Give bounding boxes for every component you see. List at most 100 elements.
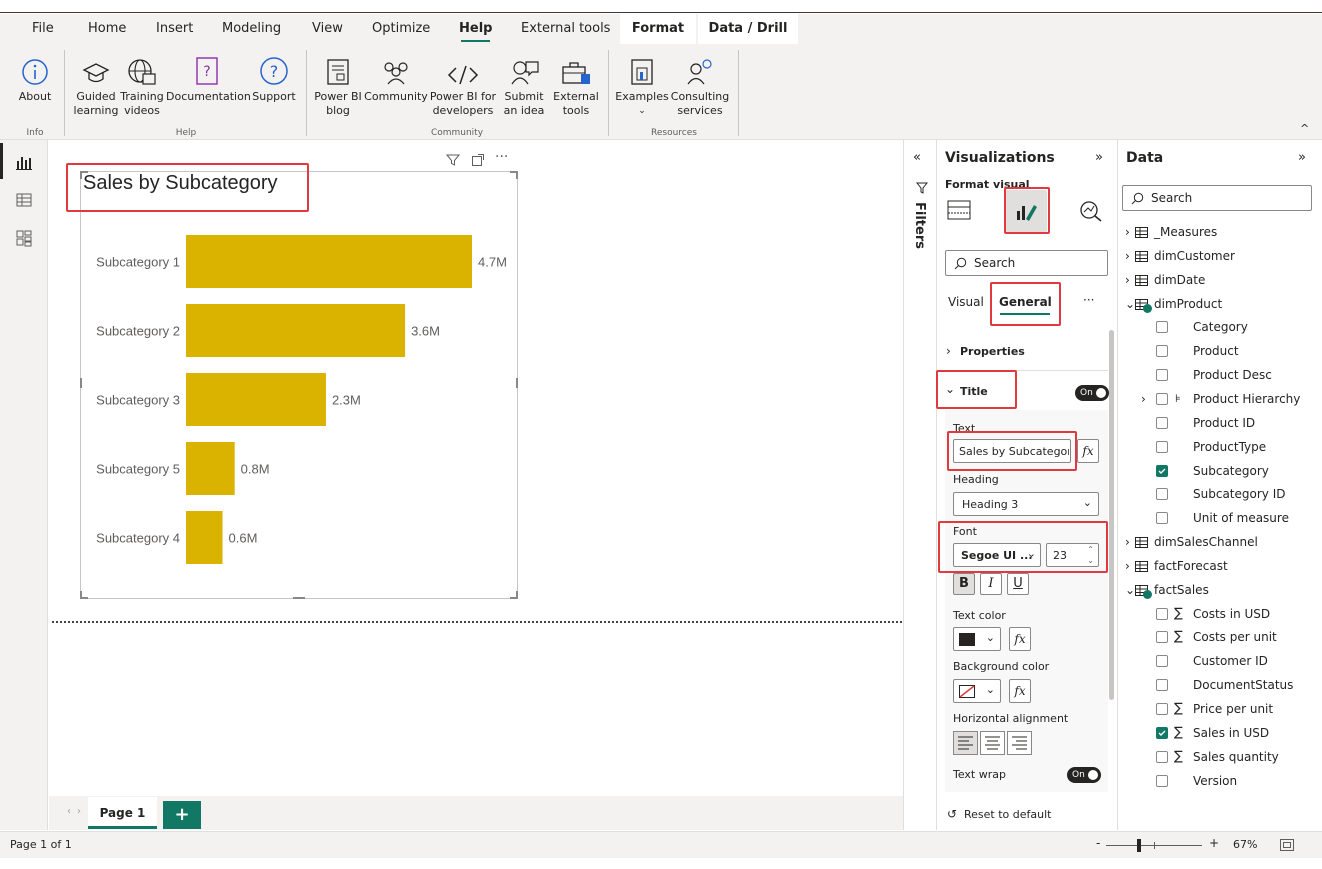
field-checkbox[interactable] [1156, 726, 1168, 739]
field-checkbox[interactable] [1156, 750, 1168, 763]
about-button[interactable]: About [12, 52, 58, 104]
tab-file[interactable]: File [22, 14, 64, 44]
tab-home[interactable]: Home [78, 14, 136, 44]
tab-modeling[interactable]: Modeling [212, 14, 291, 44]
documentation-button[interactable]: ? Documentation [166, 52, 251, 104]
chevron-down-icon[interactable]: ⌄ [1125, 292, 1135, 316]
zoom-out-button[interactable]: - [1096, 836, 1100, 850]
field-checkbox[interactable] [1156, 488, 1168, 501]
pbi-developers-button[interactable]: Power BI for developers [428, 52, 498, 118]
field-checkbox[interactable] [1156, 392, 1168, 405]
field-checkbox[interactable] [1156, 679, 1168, 692]
data-field-price-per-unit[interactable]: ∑ Price per unit [1118, 697, 1322, 721]
fit-to-page-icon[interactable] [1279, 838, 1295, 852]
submit-idea-button[interactable]: Submit an idea [496, 52, 552, 118]
bar[interactable] [186, 235, 472, 288]
chevron-right-icon[interactable]: › [1125, 554, 1130, 578]
data-table-factsales[interactable]: ⌄ factSales [1118, 578, 1322, 602]
data-field-producttype[interactable]: ProductType [1118, 435, 1322, 459]
consulting-button[interactable]: Consulting services [668, 52, 732, 118]
field-checkbox[interactable] [1156, 440, 1168, 453]
collapse-data-icon[interactable]: » [1298, 150, 1306, 165]
background-color-picker[interactable]: ⌄ [953, 679, 1001, 703]
heading-select[interactable]: Heading 3 ⌄ [953, 492, 1099, 516]
resize-handle[interactable] [516, 171, 518, 179]
text-color-fx-button[interactable]: fx [1009, 627, 1031, 651]
data-field-subcategory[interactable]: Subcategory [1118, 459, 1322, 483]
data-field-unit-of-measure[interactable]: Unit of measure [1118, 506, 1322, 530]
data-field-customer-id[interactable]: Customer ID [1118, 649, 1322, 673]
chevron-right-icon[interactable]: › [1141, 387, 1146, 411]
align-center-button[interactable] [980, 731, 1005, 755]
field-checkbox[interactable] [1156, 631, 1168, 644]
field-checkbox[interactable] [1156, 464, 1168, 477]
data-field-costs-in-usd[interactable]: ∑ Costs in USD [1118, 602, 1322, 626]
filters-pane-collapsed[interactable]: « Filters [903, 140, 937, 830]
bar[interactable] [186, 373, 326, 426]
next-page-icon[interactable]: › [77, 806, 81, 817]
resize-handle[interactable] [293, 597, 305, 599]
field-checkbox[interactable] [1156, 321, 1168, 334]
data-field-product-desc[interactable]: Product Desc [1118, 363, 1322, 387]
zoom-in-button[interactable]: + [1209, 836, 1219, 850]
resize-handle[interactable] [516, 378, 518, 388]
community-button[interactable]: Community [364, 52, 428, 104]
table-view-icon[interactable] [14, 190, 34, 210]
collapse-viz-icon[interactable]: » [1095, 150, 1103, 165]
data-field-sales-in-usd[interactable]: ∑ Sales in USD [1118, 721, 1322, 745]
pbi-blog-button[interactable]: Power BI blog [312, 52, 364, 118]
data-field-subcategory-id[interactable]: Subcategory ID [1118, 482, 1322, 506]
text-fx-button[interactable]: fx [1077, 439, 1099, 463]
field-checkbox[interactable] [1156, 703, 1168, 715]
external-tools-button[interactable]: External tools [552, 52, 600, 118]
reset-to-default-link[interactable]: Reset to default [964, 808, 1051, 821]
italic-button[interactable]: I [980, 573, 1002, 595]
tab-format[interactable]: Format [620, 14, 696, 44]
field-checkbox[interactable] [1156, 369, 1168, 382]
background-fx-button[interactable]: fx [1009, 679, 1031, 703]
zoom-slider-thumb[interactable] [1137, 839, 1141, 852]
data-field-product-id[interactable]: Product ID [1118, 411, 1322, 435]
field-checkbox[interactable] [1156, 345, 1168, 358]
bar[interactable] [186, 511, 223, 564]
align-left-button[interactable] [953, 731, 978, 755]
viz-pane-scrollbar[interactable] [1109, 330, 1114, 700]
chevron-right-icon[interactable]: › [946, 344, 951, 358]
bar[interactable] [186, 442, 235, 495]
resize-handle[interactable] [516, 591, 518, 599]
data-field-costs-per-unit[interactable]: ∑ Costs per unit [1118, 625, 1322, 649]
underline-button[interactable]: U [1007, 573, 1029, 595]
tab-insert[interactable]: Insert [146, 14, 203, 44]
page-tab[interactable]: Page 1 [88, 797, 157, 829]
tab-view[interactable]: View [302, 14, 353, 44]
guided-learning-button[interactable]: Guided learning [72, 52, 120, 118]
analytics-icon[interactable] [1079, 200, 1103, 222]
data-table-dimsaleschannel[interactable]: › dimSalesChannel [1118, 530, 1322, 554]
alignment-buttons[interactable] [953, 731, 1033, 755]
add-page-button[interactable]: + [163, 801, 201, 829]
data-table--measures[interactable]: › _Measures [1118, 220, 1322, 244]
examples-button[interactable]: Examples ⌄ [614, 52, 670, 118]
data-table-dimcustomer[interactable]: › dimCustomer [1118, 244, 1322, 268]
data-field-product-hierarchy[interactable]: › ⊧ Product Hierarchy [1118, 387, 1322, 411]
field-checkbox[interactable] [1156, 416, 1168, 429]
filter-icon[interactable] [446, 153, 460, 167]
tab-visual-format[interactable]: Visual [948, 295, 984, 309]
resize-handle[interactable] [80, 591, 82, 599]
support-button[interactable]: ? Support [248, 52, 300, 104]
chevron-right-icon[interactable]: › [1125, 220, 1130, 244]
model-view-icon[interactable] [14, 228, 34, 248]
data-table-factforecast[interactable]: › factForecast [1118, 554, 1322, 578]
tab-optimize[interactable]: Optimize [362, 14, 440, 44]
training-videos-button[interactable]: Training videos [118, 52, 166, 118]
prev-page-icon[interactable]: ‹ [67, 806, 71, 817]
bar[interactable] [186, 304, 406, 357]
data-field-sales-quantity[interactable]: ∑ Sales quantity [1118, 745, 1322, 769]
field-checkbox[interactable] [1156, 512, 1168, 525]
expand-filters-icon[interactable]: « [913, 150, 921, 165]
title-toggle[interactable]: On [1075, 385, 1109, 401]
chevron-right-icon[interactable]: › [1125, 268, 1130, 292]
field-checkbox[interactable] [1156, 655, 1168, 668]
report-view-icon[interactable] [14, 152, 34, 172]
chevron-down-icon[interactable]: ⌄ [1125, 578, 1135, 602]
